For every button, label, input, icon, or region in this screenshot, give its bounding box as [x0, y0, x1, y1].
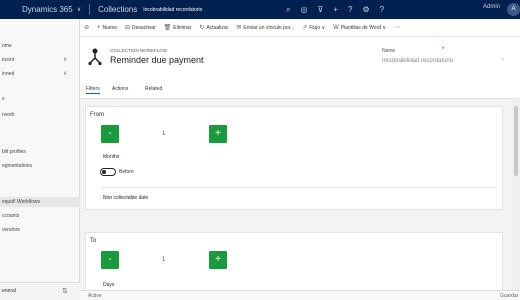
settings-icon[interactable]: ⚙	[362, 5, 369, 14]
user-name[interactable]: Admin	[483, 4, 500, 10]
record-status: Active	[88, 293, 102, 299]
delete-icon: 🗑	[163, 25, 172, 31]
word-templates-button[interactable]: W Plantillas de Word ∨	[329, 25, 390, 31]
avatar[interactable]: A	[507, 3, 520, 16]
tab-bar: Filters Actions Related	[80, 83, 520, 99]
record-header: COLLECTION WORKFLOW Reminder due payment…	[80, 37, 520, 83]
sidebar-section-header: s	[2, 96, 5, 102]
topbar-icons: ⌕ ◎ ⊽ + ? ⚙ ?	[286, 0, 384, 19]
to-unit-label[interactable]: Days	[103, 282, 114, 288]
sidebar-item-workflows[interactable]: equid! Workflows	[0, 197, 80, 207]
before-toggle-label: Before	[119, 169, 134, 175]
sidebar-item-vendors[interactable]: vendors	[2, 227, 20, 233]
main-content: From - 1 + Months Before Non collectable…	[80, 100, 512, 290]
to-section-title: To	[90, 238, 97, 244]
scrollbar-thumb[interactable]	[514, 106, 518, 176]
from-value[interactable]: 1	[162, 131, 165, 137]
target-icon[interactable]: ◎	[300, 5, 307, 14]
sidebar-item-home[interactable]: ome	[2, 43, 12, 49]
divider	[89, 4, 91, 15]
from-decrement-button[interactable]: -	[101, 125, 119, 143]
delete-label: Eliminar	[173, 24, 192, 31]
from-unit-label[interactable]: Months	[103, 154, 119, 160]
name-field[interactable]: Incobrabilidad recordatorio	[382, 58, 453, 64]
chevron-down-icon[interactable]: ⌄	[500, 55, 505, 62]
area-switcher[interactable]: eneral ⇅	[0, 282, 80, 300]
name-field-label: Name	[382, 48, 396, 54]
search-icon[interactable]: ⌕	[286, 5, 290, 15]
new-button[interactable]: + Nuevo	[93, 25, 121, 31]
top-navigation-bar: Dynamics 365 ∨ Collections Incobrabilida…	[0, 0, 520, 19]
email-link-label: Enviar un vínculo por...	[243, 24, 295, 31]
word-templates-label: Plantillas de Word ∨	[340, 24, 387, 31]
word-icon: W	[333, 24, 339, 31]
entity-type-label: COLLECTION WORKFLOW	[110, 48, 168, 53]
area-name[interactable]: Collections	[98, 5, 137, 14]
funnel-icon[interactable]: ⊽	[317, 5, 323, 14]
more-icon: ⋯	[394, 25, 401, 31]
scrollbar[interactable]	[512, 100, 520, 290]
deactivate-label: Desactivar	[132, 24, 156, 31]
non-collectable-date-label[interactable]: Non collectable date	[103, 195, 148, 201]
email-icon: ✉	[236, 25, 242, 31]
new-icon: +	[97, 24, 101, 31]
to-section: To - 1 + Days	[85, 232, 503, 290]
flow-label: Flujo ∨	[309, 24, 326, 31]
question-icon[interactable]: ?	[380, 5, 384, 14]
to-value[interactable]: 1	[162, 257, 165, 263]
from-section-title: From	[90, 112, 104, 118]
chevron-down-icon[interactable]: ∨	[63, 70, 67, 77]
to-increment-button[interactable]: +	[209, 251, 227, 269]
back-icon: ⊖	[84, 25, 90, 31]
app-title[interactable]: Dynamics 365	[0, 5, 73, 14]
email-link-button[interactable]: ✉ Enviar un vínculo por...	[232, 24, 298, 32]
flow-icon: ↗	[302, 25, 308, 31]
flow-button[interactable]: ↗ Flujo ∨	[298, 24, 329, 32]
before-toggle[interactable]	[100, 168, 116, 176]
breadcrumb: Incobrabilidad recordatorio	[143, 6, 203, 13]
sidebar-item-overview[interactable]: rvesh	[2, 112, 14, 118]
tab-filters[interactable]: Filters	[86, 86, 100, 94]
from-section: From - 1 + Months Before Non collectable…	[85, 106, 503, 210]
swap-icon[interactable]: ⇅	[62, 287, 68, 295]
delete-button[interactable]: 🗑 Eliminar	[160, 24, 196, 32]
workflow-icon	[88, 48, 102, 66]
command-bar: ⊖ + Nuevo ⊟ Desactivar 🗑 Eliminar ↻ Actualiz…	[80, 19, 520, 37]
sidebar-item-recent[interactable]: ecent	[2, 57, 14, 63]
status-bar: Active Guardar	[80, 290, 520, 300]
toggle-knob	[102, 170, 106, 174]
divider	[101, 187, 496, 188]
plus-icon[interactable]: +	[333, 5, 338, 14]
refresh-button[interactable]: ↻ Actualizar	[195, 24, 232, 32]
app-switcher-chevron-icon[interactable]: ∨	[77, 6, 81, 13]
save-button[interactable]: Guardar	[500, 293, 518, 299]
new-label: Nuevo	[102, 24, 117, 31]
deactivate-button[interactable]: ⊟ Desactivar	[121, 24, 160, 32]
from-increment-button[interactable]: +	[209, 125, 227, 143]
deactivate-icon: ⊟	[125, 25, 131, 31]
sidebar-item-segmentations[interactable]: egmentations	[2, 163, 32, 169]
tab-actions[interactable]: Actions	[112, 86, 128, 92]
more-commands-button[interactable]: ⋯	[390, 24, 404, 31]
required-indicator: *	[442, 47, 445, 53]
to-decrement-button[interactable]: -	[101, 251, 119, 269]
sidebar: ome ecent ∨ inned ∨ s rvesh bilt profile…	[0, 19, 80, 300]
sidebar-item-accounts[interactable]: ccounts	[2, 213, 19, 219]
back-button[interactable]: ⊖	[80, 24, 93, 31]
sidebar-item-debt-profiles[interactable]: bilt profiles	[2, 149, 26, 155]
tab-related[interactable]: Related	[145, 86, 162, 92]
record-title: Reminder due payment	[110, 55, 204, 65]
area-switcher-label: eneral	[2, 288, 16, 294]
refresh-icon: ↻	[199, 25, 205, 31]
refresh-label: Actualizar	[206, 24, 229, 31]
sidebar-item-pinned[interactable]: inned	[2, 71, 14, 77]
chevron-down-icon[interactable]: ∨	[63, 56, 67, 63]
help-icon[interactable]: ?	[348, 5, 352, 14]
